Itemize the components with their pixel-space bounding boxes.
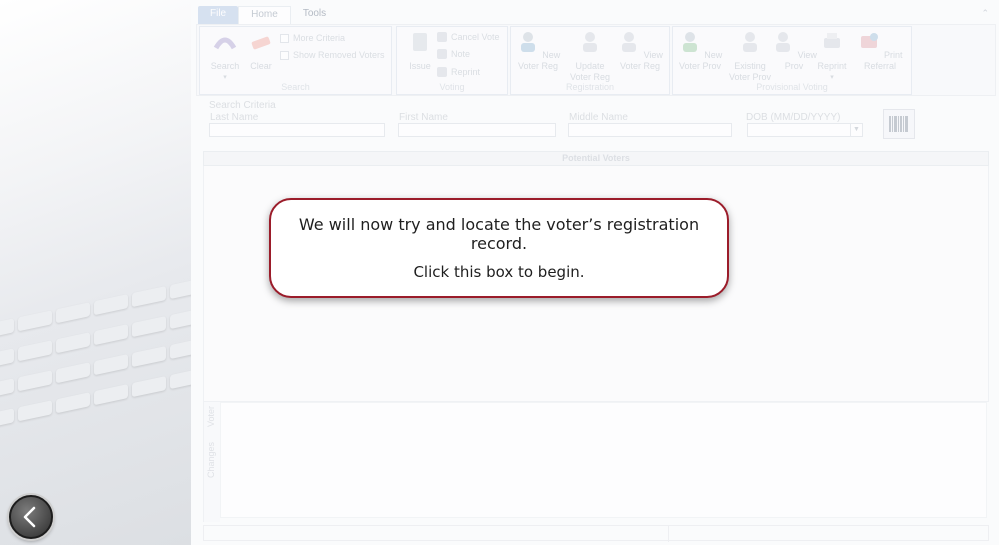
dob-field[interactable]: ▼ (747, 123, 863, 137)
callout-message: We will now try and locate the voter’s r… (298, 215, 700, 253)
status-divider (668, 526, 669, 542)
ribbon-tabs: File Home Tools (198, 6, 338, 24)
clear-button[interactable]: Clear (238, 30, 284, 72)
voter-person-icon (583, 32, 597, 52)
existing-voter-prov-button[interactable]: Existing Voter Prov (727, 30, 773, 83)
voter-person-icon (520, 32, 535, 52)
barcode-icon (889, 116, 908, 132)
background-photo (0, 0, 191, 545)
dob-label: DOB (MM/DD/YYYY) (746, 112, 841, 123)
cancel-vote-icon (437, 32, 447, 42)
callout-action-text: Click this box to begin. (413, 263, 585, 281)
printer-icon (824, 33, 840, 48)
search-criteria-title: Search Criteria (209, 100, 276, 111)
last-name-field[interactable] (209, 123, 385, 137)
tab-voter[interactable]: Voter (206, 406, 216, 427)
ribbon-group-registration: New Voter Reg Update Voter Reg View Vote… (510, 26, 670, 95)
cancel-vote-label: Cancel Vote (451, 32, 500, 42)
voter-person-icon (682, 32, 697, 52)
chevron-left-icon (23, 506, 36, 528)
more-criteria-toggle[interactable]: More Criteria (280, 33, 345, 43)
eraser-icon (251, 36, 271, 50)
middle-name-label: Middle Name (569, 112, 628, 123)
status-bar (203, 525, 989, 542)
tab-tools[interactable]: Tools (291, 6, 338, 24)
ribbon: Search ▾ Clear More Criteria Show Remove… (196, 24, 996, 96)
potential-voters-header: Potential Voters (203, 151, 989, 166)
show-removed-toggle[interactable]: Show Removed Voters (280, 50, 385, 60)
ribbon-group-voting: Issue Cancel Vote Note Reprint Voting (396, 26, 508, 95)
instruction-callout[interactable]: We will now try and locate the voter’s r… (269, 198, 729, 298)
issue-button-label: Issue (409, 61, 431, 71)
view-voter-reg-button[interactable]: View Voter Reg (617, 30, 663, 72)
barcode-scan-button[interactable] (883, 109, 915, 139)
detail-side-tabs: Voter Changes (203, 402, 220, 522)
voter-person-icon (743, 32, 757, 52)
voter-person-icon (622, 32, 637, 52)
reprint-label: Reprint (451, 67, 481, 77)
more-criteria-label: More Criteria (293, 33, 346, 43)
first-name-field[interactable] (398, 123, 556, 137)
show-removed-label: Show Removed Voters (293, 50, 385, 60)
ribbon-collapse-icon[interactable]: ⌃ (981, 8, 989, 19)
show-removed-checkbox[interactable] (280, 50, 289, 60)
voter-person-icon (776, 32, 791, 52)
existing-voter-prov-label: Existing Voter Prov (728, 61, 772, 82)
printer-icon (437, 67, 447, 77)
update-voter-reg-label: Update Voter Reg (569, 61, 611, 82)
search-icon (213, 37, 237, 50)
chevron-down-icon[interactable]: ▼ (850, 124, 862, 136)
search-group-label: Search (281, 82, 310, 92)
new-voter-prov-button[interactable]: New Voter Prov (677, 30, 723, 72)
update-voter-reg-button[interactable]: Update Voter Reg (567, 30, 613, 83)
more-criteria-checkbox[interactable] (280, 33, 289, 43)
referral-icon (861, 33, 879, 48)
clear-button-label: Clear (250, 61, 272, 71)
prov-reprint-label: Reprint (817, 61, 847, 71)
tab-home[interactable]: Home (238, 6, 291, 24)
back-button[interactable] (9, 495, 53, 539)
voter-detail-pane (220, 402, 987, 518)
voting-group-label: Voting (439, 82, 465, 92)
search-button-label: Search (210, 61, 240, 71)
tab-changes[interactable]: Changes (206, 442, 216, 478)
note-icon (437, 49, 447, 59)
first-name-label: First Name (399, 112, 448, 123)
note-label: Note (451, 49, 471, 59)
registration-group-label: Registration (565, 82, 615, 92)
prov-reprint-button[interactable]: Reprint ▾ (809, 30, 855, 83)
ballot-icon (413, 33, 427, 51)
note-button[interactable]: Note (437, 49, 470, 59)
ribbon-group-provisional: New Voter Prov Existing Voter Prov View … (672, 26, 912, 95)
new-voter-reg-button[interactable]: New Voter Reg (515, 30, 561, 72)
last-name-label: Last Name (210, 112, 259, 123)
print-referral-button[interactable]: Print Referral (857, 30, 903, 72)
middle-name-field[interactable] (568, 123, 732, 137)
provisional-group-label: Provisional Voting (756, 82, 828, 92)
tab-file[interactable]: File (198, 6, 239, 24)
reprint-button[interactable]: Reprint (437, 67, 480, 77)
cancel-vote-button[interactable]: Cancel Vote (437, 32, 500, 42)
ribbon-group-search: Search ▾ Clear More Criteria Show Remove… (199, 26, 392, 95)
